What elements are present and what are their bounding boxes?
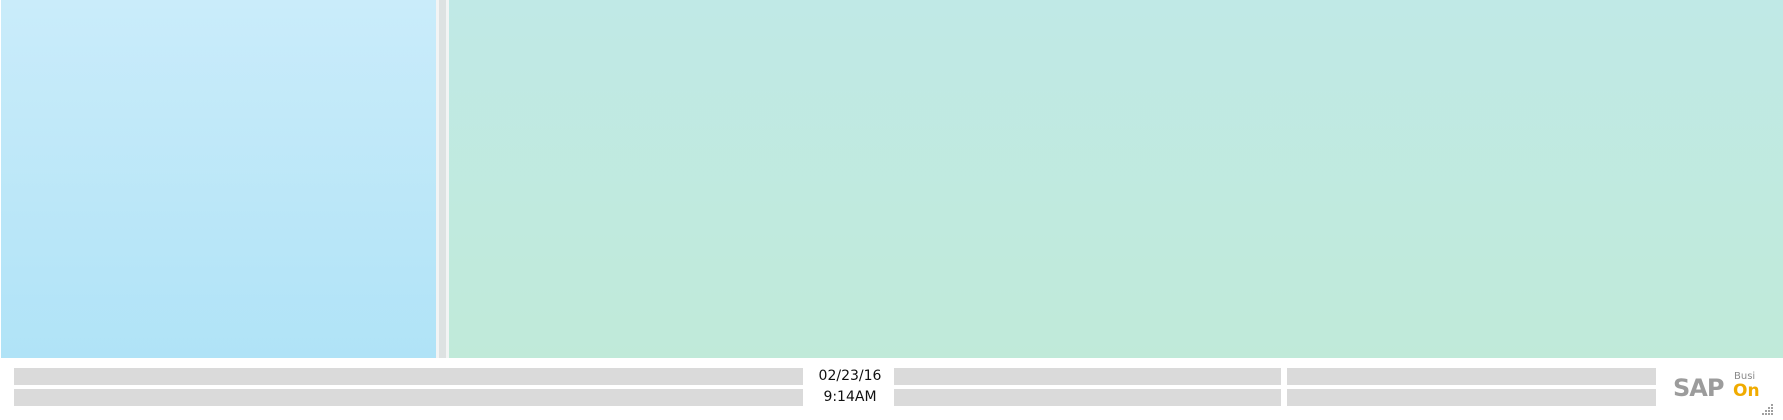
- status-bar: 02/23/16 9:14AM SAP Busi On: [0, 358, 1783, 420]
- resize-grip-icon[interactable]: [1760, 402, 1774, 416]
- status-date: 02/23/16: [818, 368, 882, 384]
- status-field-3-bottom: [1287, 389, 1656, 406]
- sap-logo-product-bottom: On: [1733, 381, 1760, 401]
- status-field-1-top: [14, 368, 803, 385]
- main-pane[interactable]: [449, 0, 1783, 358]
- left-pane[interactable]: [1, 0, 436, 358]
- status-field-2-bottom: [894, 389, 1281, 406]
- sap-logo-brand: SAP: [1673, 374, 1724, 402]
- sap-logo: SAP Busi On: [1673, 368, 1769, 408]
- status-field-1-bottom: [14, 389, 803, 406]
- app-window: 02/23/16 9:14AM SAP Busi On: [0, 0, 1783, 420]
- pane-splitter[interactable]: [436, 0, 449, 358]
- status-time: 9:14AM: [823, 389, 877, 405]
- status-field-3-top: [1287, 368, 1656, 385]
- status-field-2-top: [894, 368, 1281, 385]
